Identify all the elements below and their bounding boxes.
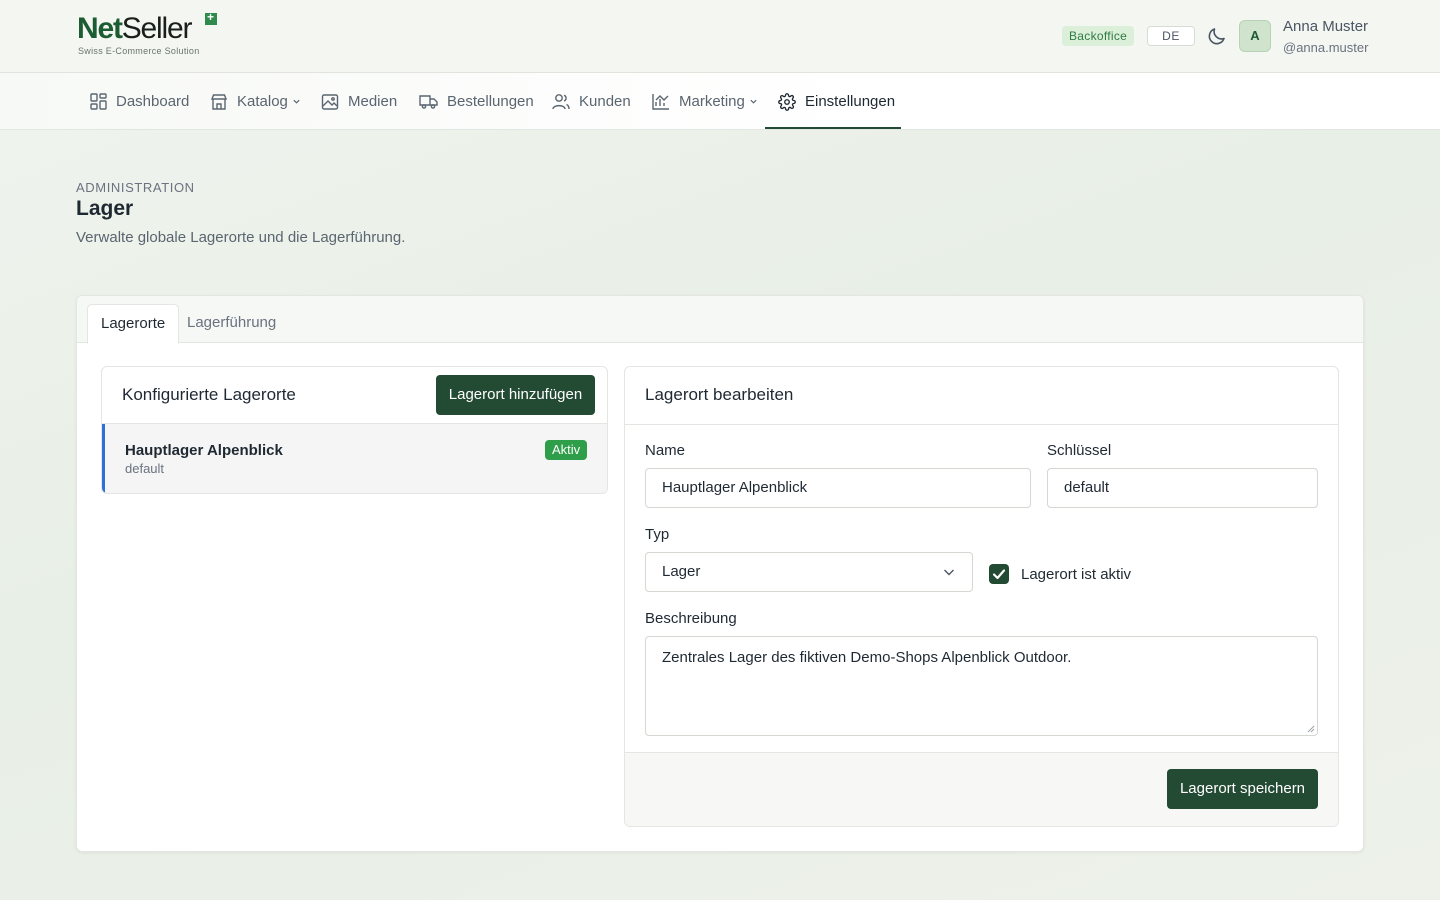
store-icon	[210, 93, 228, 110]
logo-wordmark: NetSeller	[77, 12, 192, 45]
page-title: Lager	[76, 197, 134, 220]
resize-grip-icon[interactable]	[1306, 724, 1315, 733]
netseller-logo[interactable]: NetSeller Swiss E-Commerce Solution	[77, 10, 227, 59]
status-badge: Aktiv	[545, 440, 588, 460]
backoffice-badge: Backoffice	[1062, 26, 1135, 46]
name-field[interactable]: Hauptlager Alpenblick	[645, 468, 1031, 508]
active-checkbox[interactable]	[989, 564, 1009, 584]
nav-item-bestellungen[interactable]: Bestellungen	[419, 73, 534, 130]
type-label: Typ	[645, 526, 670, 543]
nav-item-dashboard[interactable]: Dashboard	[90, 73, 189, 130]
truck-icon	[419, 95, 438, 109]
chart-icon	[652, 94, 669, 110]
top-header: NetSeller Swiss E-Commerce Solution Back…	[0, 0, 1440, 73]
user-handle: @anna.muster	[1283, 40, 1369, 55]
list-item[interactable]: Hauptlager Alpenblick default Aktiv	[102, 424, 607, 493]
checkmark-icon	[992, 569, 1006, 580]
logo-plus-icon	[205, 10, 217, 25]
tab-lagerfuehrung[interactable]: Lagerführung	[174, 304, 289, 343]
save-location-button[interactable]: Lagerort speichern	[1167, 769, 1318, 809]
type-select[interactable]: Lager	[645, 552, 973, 592]
users-icon	[552, 94, 570, 110]
gear-icon	[778, 92, 796, 111]
nav-item-marketing[interactable]: Marketing	[652, 73, 758, 130]
tab-lagerorte[interactable]: Lagerorte	[87, 304, 180, 344]
nav-label: Katalog	[237, 93, 288, 110]
name-label: Name	[645, 442, 686, 459]
nav-item-einstellungen[interactable]: Einstellungen	[778, 73, 895, 130]
moon-icon	[1208, 28, 1225, 45]
nav-label: Bestellungen	[447, 93, 534, 110]
description-label: Beschreibung	[645, 610, 737, 627]
key-label: Schlüssel	[1047, 442, 1112, 459]
nav-label: Einstellungen	[805, 93, 896, 110]
locations-list-panel: Konfigurierte Lagerorte Lagerort hinzufü…	[101, 366, 608, 494]
page-subtitle: Verwalte globale Lagerorte und die Lager…	[76, 229, 406, 246]
tab-strip: Lagerorte Lagerführung	[77, 296, 1363, 344]
chevron-down-icon	[293, 99, 300, 104]
nav-item-medien[interactable]: Medien	[321, 73, 397, 130]
language-switch-button[interactable]: DE	[1147, 26, 1195, 46]
main-navigation: Dashboard Katalog Medien Bestellungen Ku…	[0, 73, 1440, 130]
nav-label: Medien	[348, 93, 398, 110]
edit-location-footer: Lagerort speichern	[625, 752, 1338, 826]
image-icon	[321, 93, 339, 110]
nav-label: Kunden	[579, 93, 631, 110]
chevron-down-icon	[750, 99, 757, 104]
location-name: Hauptlager Alpenblick	[125, 442, 283, 459]
nav-label: Dashboard	[116, 93, 190, 110]
chevron-down-icon	[944, 569, 954, 576]
description-textarea[interactable]: Zentrales Lager des fiktiven Demo-Shops …	[645, 636, 1318, 736]
user-name: Anna Muster	[1283, 18, 1369, 35]
key-field[interactable]: default	[1047, 468, 1318, 508]
dashboard-grid-icon	[90, 93, 107, 110]
description-value: Zentrales Lager des fiktiven Demo-Shops …	[662, 649, 1072, 666]
edit-location-header: Lagerort bearbeiten	[625, 367, 1338, 425]
edit-location-panel: Lagerort bearbeiten Name Hauptlager Alpe…	[624, 366, 1339, 827]
locations-list-header: Konfigurierte Lagerorte Lagerort hinzufü…	[102, 367, 607, 424]
nav-item-kunden[interactable]: Kunden	[552, 73, 631, 130]
locations-list-title: Konfigurierte Lagerorte	[122, 385, 296, 404]
nav-label: Marketing	[679, 93, 745, 110]
active-checkbox-label[interactable]: Lagerort ist aktiv	[1021, 566, 1131, 583]
edit-location-title: Lagerort bearbeiten	[645, 385, 794, 404]
user-avatar[interactable]: A	[1239, 20, 1271, 52]
theme-toggle-button[interactable]	[1205, 24, 1229, 48]
add-location-button[interactable]: Lagerort hinzufügen	[436, 375, 595, 415]
type-select-value: Lager	[662, 563, 701, 580]
logo-tagline: Swiss E-Commerce Solution	[78, 46, 200, 56]
location-key: default	[125, 461, 165, 476]
active-nav-indicator	[765, 127, 901, 129]
page-eyebrow: ADMINISTRATION	[76, 180, 195, 195]
nav-item-katalog[interactable]: Katalog	[210, 73, 301, 130]
